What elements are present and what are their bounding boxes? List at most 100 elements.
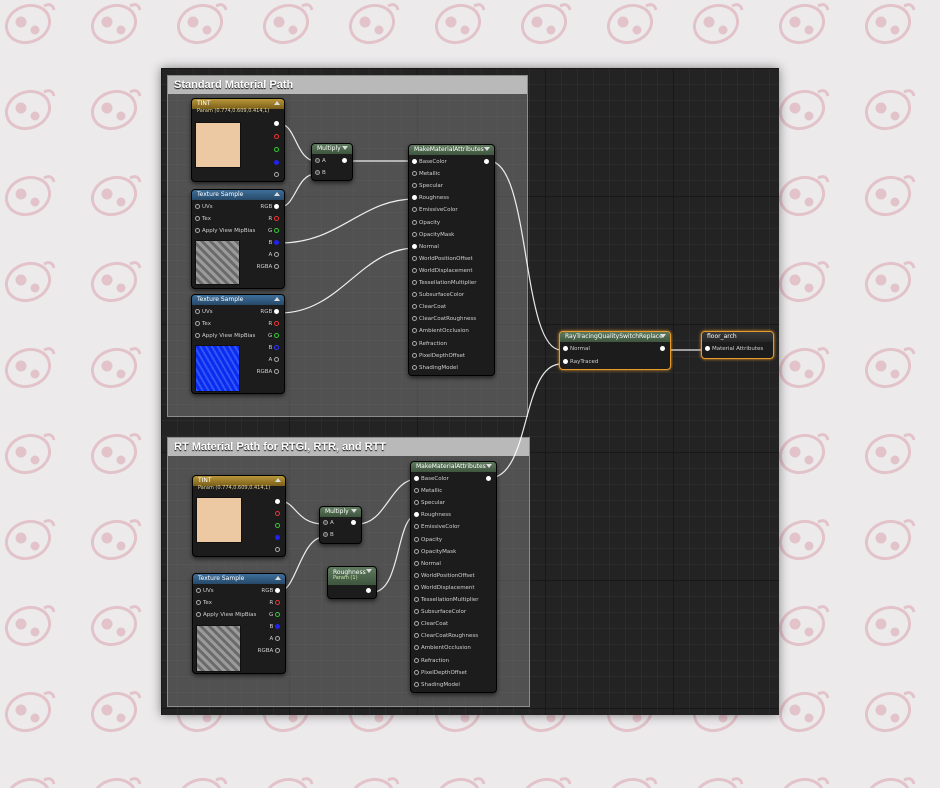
multiply-node[interactable]: Multiply A B — [319, 506, 362, 544]
input-pin-specular[interactable]: Specular — [412, 183, 443, 190]
output-pin-r[interactable]: R — [269, 600, 282, 607]
output-pin-b[interactable]: B — [268, 240, 281, 247]
texture-sample-node[interactable]: Texture Sample UVs Tex Apply View MipBia… — [191, 189, 285, 289]
input-pin-tessellationmultiplier[interactable]: TessellationMultiplier — [414, 597, 479, 604]
input-pin-shadingmodel[interactable]: ShadingModel — [412, 364, 458, 372]
input-pin-worlddisplacement[interactable]: WorldDisplacement — [412, 267, 473, 275]
input-pin-uvs[interactable]: UVs — [195, 204, 213, 211]
output-pin-a[interactable]: A — [268, 252, 281, 259]
input-pin-roughness[interactable]: Roughness — [412, 195, 449, 202]
output-pin-b[interactable] — [274, 160, 281, 167]
input-pin-opacitymask[interactable]: OpacityMask — [414, 548, 456, 556]
input-pin-worldpositionoffset[interactable]: WorldPositionOffset — [414, 572, 475, 580]
input-pin-material-attributes[interactable]: Material Attributes — [705, 346, 763, 353]
input-pin-mipbias[interactable]: Apply View MipBias — [195, 333, 255, 340]
input-pin-opacity[interactable]: Opacity — [414, 536, 442, 544]
input-pin-b[interactable]: B — [323, 532, 334, 539]
input-pin-emissivecolor[interactable]: EmissiveColor — [412, 207, 458, 214]
input-pin-basecolor[interactable]: BaseColor — [414, 476, 449, 483]
expand-icon[interactable] — [484, 147, 490, 151]
output-pin-rgba[interactable]: RGBA — [258, 648, 282, 655]
input-pin-raytraced[interactable]: RayTraced — [563, 359, 598, 366]
output-pin-rgb[interactable] — [274, 121, 281, 128]
collapse-icon[interactable] — [274, 192, 280, 196]
output-pin[interactable] — [484, 159, 491, 166]
input-pin-b[interactable]: B — [315, 170, 326, 177]
collapse-icon[interactable] — [274, 101, 280, 105]
input-pin-pixeldepthoffset[interactable]: PixelDepthOffset — [412, 352, 465, 360]
input-pin-ambientocclusion[interactable]: AmbientOcclusion — [412, 328, 469, 335]
input-pin-shadingmodel[interactable]: ShadingModel — [414, 681, 460, 689]
output-pin-r[interactable]: R — [268, 216, 281, 223]
expand-icon[interactable] — [351, 509, 357, 513]
output-pin-g[interactable] — [275, 523, 282, 530]
output-pin[interactable] — [342, 158, 349, 165]
input-pin-tex[interactable]: Tex — [195, 216, 211, 223]
input-pin-a[interactable]: A — [323, 520, 334, 527]
input-pin-pixeldepthoffset[interactable]: PixelDepthOffset — [414, 669, 467, 677]
input-pin-specular[interactable]: Specular — [414, 500, 445, 507]
input-pin-tex[interactable]: Tex — [196, 600, 212, 607]
output-pin-g[interactable] — [274, 147, 281, 154]
texture-sample-node[interactable]: Texture Sample UVs Tex Apply View MipBia… — [191, 294, 285, 394]
output-pin[interactable] — [366, 588, 373, 595]
output-pin[interactable] — [351, 520, 358, 527]
input-pin-subsurfacecolor[interactable]: SubsurfaceColor — [412, 292, 464, 299]
output-pin-a[interactable] — [275, 547, 282, 554]
input-pin-opacity[interactable]: Opacity — [412, 219, 440, 227]
raytracing-switch-node[interactable]: RayTracingQualitySwitchReplace Normal Ra… — [559, 331, 671, 370]
output-pin-g[interactable]: G — [268, 228, 281, 235]
input-pin-worlddisplacement[interactable]: WorldDisplacement — [414, 584, 475, 592]
output-pin-b[interactable] — [275, 535, 282, 542]
input-pin-mipbias[interactable]: Apply View MipBias — [195, 228, 255, 235]
input-pin-metallic[interactable]: Metallic — [414, 488, 442, 495]
multiply-node[interactable]: Multiply A B — [311, 143, 353, 181]
output-pin-a[interactable] — [274, 172, 281, 179]
collapse-icon[interactable] — [274, 297, 280, 301]
expand-icon[interactable] — [660, 334, 666, 338]
input-pin-opacitymask[interactable]: OpacityMask — [412, 231, 454, 239]
input-pin-normal[interactable]: Normal — [414, 560, 441, 568]
expand-icon[interactable] — [486, 464, 492, 468]
collapse-icon[interactable] — [275, 478, 281, 482]
input-pin-roughness[interactable]: Roughness — [414, 512, 451, 519]
output-pin-g[interactable]: G — [268, 333, 281, 340]
material-output-node[interactable]: floor_arch Material Attributes — [701, 331, 774, 359]
input-pin-metallic[interactable]: Metallic — [412, 171, 440, 178]
expand-icon[interactable] — [342, 146, 348, 150]
material-graph-canvas[interactable]: Standard Material Path RT Material Path … — [161, 68, 779, 715]
tint-param-node[interactable]: TINT Param (0.774,0.609,0.414,1) — [192, 475, 286, 557]
input-pin-normal[interactable]: Normal — [563, 346, 590, 353]
input-pin-emissivecolor[interactable]: EmissiveColor — [414, 524, 460, 531]
input-pin-clearcoatroughness[interactable]: ClearCoatRoughness — [412, 316, 476, 323]
output-pin-rgba[interactable]: RGBA — [257, 369, 281, 376]
roughness-param-node[interactable]: Roughness Param (1) — [327, 566, 377, 599]
output-pin-rgb[interactable]: RGB — [260, 309, 281, 316]
input-pin-clearcoat[interactable]: ClearCoat — [412, 304, 446, 311]
input-pin-mipbias[interactable]: Apply View MipBias — [196, 612, 256, 619]
output-pin-b[interactable]: B — [269, 624, 282, 631]
input-pin-ambientocclusion[interactable]: AmbientOcclusion — [414, 645, 471, 652]
output-pin-rgb[interactable] — [275, 499, 282, 506]
input-pin-basecolor[interactable]: BaseColor — [412, 159, 447, 166]
output-pin-a[interactable]: A — [268, 357, 281, 364]
output-pin[interactable] — [486, 476, 493, 483]
output-pin-rgb[interactable]: RGB — [261, 588, 282, 595]
tint-param-node[interactable]: TINT Param (0.774,0.609,0.414,1) — [191, 98, 285, 182]
input-pin-refraction[interactable]: Refraction — [412, 340, 447, 348]
input-pin-tex[interactable]: Tex — [195, 321, 211, 328]
input-pin-worldpositionoffset[interactable]: WorldPositionOffset — [412, 255, 473, 263]
output-pin-b[interactable]: B — [268, 345, 281, 352]
output-pin[interactable] — [660, 346, 667, 353]
input-pin-a[interactable]: A — [315, 158, 326, 165]
input-pin-refraction[interactable]: Refraction — [414, 657, 449, 665]
input-pin-normal[interactable]: Normal — [412, 243, 439, 251]
input-pin-uvs[interactable]: UVs — [196, 588, 214, 595]
texture-sample-node[interactable]: Texture Sample UVs Tex Apply View MipBia… — [192, 573, 286, 674]
make-material-attributes-node[interactable]: MakeMaterialAttributes BaseColor Metallic… — [410, 461, 497, 693]
input-pin-uvs[interactable]: UVs — [195, 309, 213, 316]
input-pin-subsurfacecolor[interactable]: SubsurfaceColor — [414, 609, 466, 616]
collapse-icon[interactable] — [275, 576, 281, 580]
output-pin-r[interactable]: R — [268, 321, 281, 328]
input-pin-clearcoat[interactable]: ClearCoat — [414, 621, 448, 628]
